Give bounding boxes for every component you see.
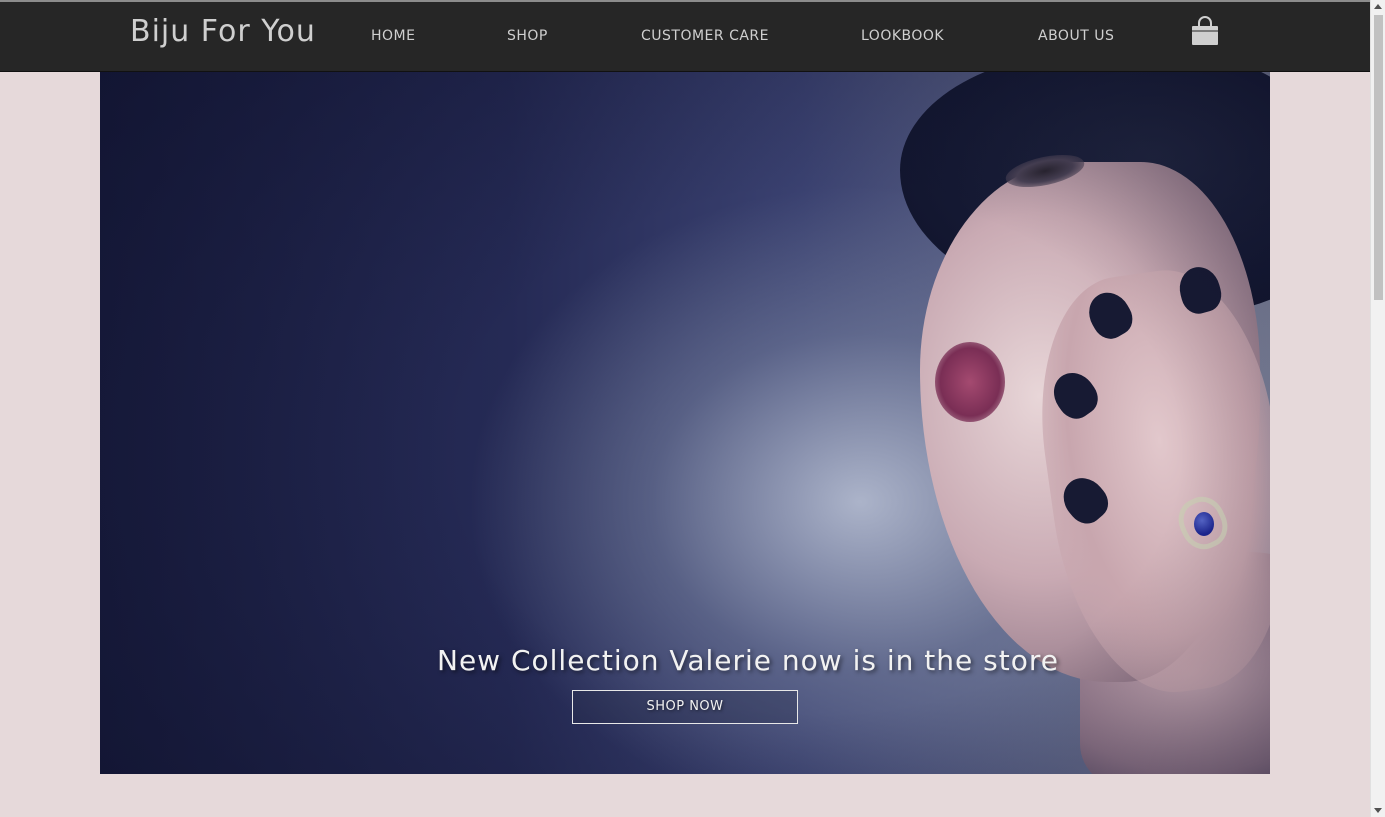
shopping-bag-icon[interactable]: [1190, 16, 1220, 46]
nav-about-us[interactable]: ABOUT US: [1038, 28, 1114, 44]
scroll-down-arrow-icon[interactable]: [1374, 808, 1382, 813]
page: Biju For You HOME SHOP CUSTOMER CARE LOO…: [0, 0, 1385, 817]
shop-now-button[interactable]: SHOP NOW: [572, 690, 798, 724]
hero-title: New Collection Valerie now is in the sto…: [437, 644, 1059, 677]
nav-shop[interactable]: SHOP: [507, 28, 548, 44]
brand-logo[interactable]: Biju For You: [130, 14, 316, 49]
vertical-scrollbar[interactable]: [1370, 0, 1385, 817]
nav-home[interactable]: HOME: [371, 28, 415, 44]
nav-customer-care[interactable]: CUSTOMER CARE: [641, 28, 769, 44]
scroll-thumb[interactable]: [1374, 15, 1383, 300]
nav-lookbook[interactable]: LOOKBOOK: [861, 28, 944, 44]
navbar: Biju For You HOME SHOP CUSTOMER CARE LOO…: [0, 2, 1370, 72]
scroll-up-arrow-icon[interactable]: [1374, 4, 1382, 9]
hero-banner: New Collection Valerie now is in the sto…: [100, 72, 1270, 774]
